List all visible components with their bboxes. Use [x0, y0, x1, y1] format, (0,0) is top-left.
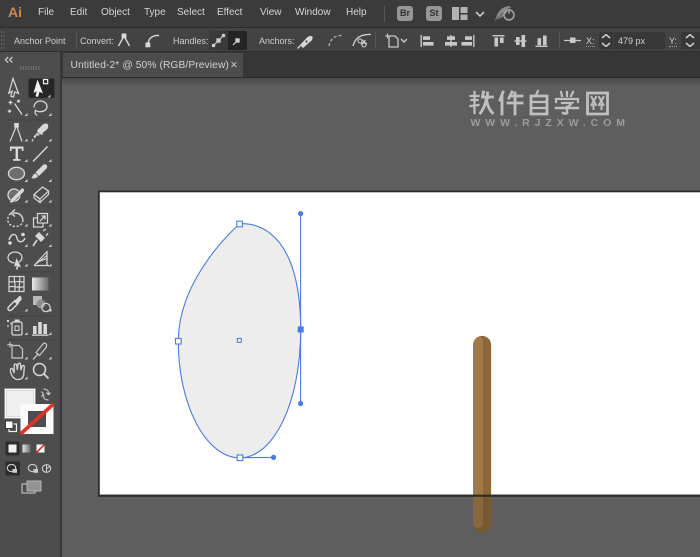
svg-text:WWW.RJZXW.COM: WWW.RJZXW.COM: [471, 117, 630, 129]
